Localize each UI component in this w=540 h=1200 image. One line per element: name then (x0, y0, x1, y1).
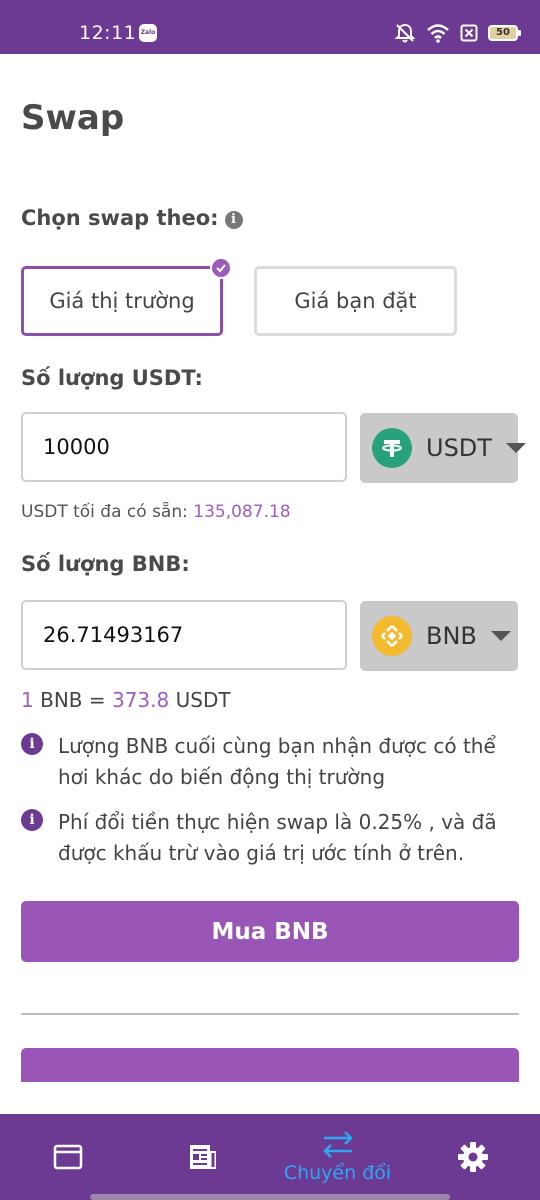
available-balance-label: USDT tối đa có sẵn: (21, 502, 188, 522)
swap-mode-label-text: Chọn swap theo: (21, 206, 219, 230)
usdt-icon (372, 428, 412, 468)
nav-item-settings[interactable] (405, 1114, 540, 1200)
available-balance: USDT tối đa có sẵn: 135,087.18 (21, 502, 291, 522)
option-market-price[interactable]: Giá thị trường (21, 257, 232, 336)
status-time: 12:11 (79, 22, 137, 44)
wifi-icon (427, 24, 449, 43)
to-token-label: BNB (426, 622, 477, 650)
page-title: Swap (21, 98, 125, 138)
info-icon[interactable]: i (224, 211, 243, 229)
status-icons: 50 (394, 22, 521, 44)
bnb-icon (372, 616, 412, 656)
option-limit-price[interactable]: Giá bạn đặt (254, 266, 457, 336)
mute-alarm-icon (394, 23, 416, 43)
note-market-variance: i Lượng BNB cuối cùng bạn nhận được có t… (21, 731, 521, 793)
info-icon: i (21, 733, 43, 755)
from-amount-input[interactable] (21, 412, 347, 482)
exchange-rate: 1 BNB = 373.8 USDT (21, 688, 231, 712)
from-token-select[interactable]: USDT (360, 413, 526, 483)
rate-base-token: BNB (40, 688, 83, 712)
bottom-nav: Chuyển đổi (0, 1114, 540, 1200)
note-text: Lượng BNB cuối cùng bạn nhận được có thể… (58, 734, 496, 789)
info-icon: i (21, 809, 43, 831)
rate-quote-token: USDT (175, 688, 231, 712)
chevron-down-icon (505, 443, 526, 453)
from-token-label: USDT (426, 434, 492, 462)
window-icon (53, 1144, 82, 1170)
note-fee: i Phí đổi tiền thực hiện swap là 0.25% ,… (21, 807, 521, 869)
nav-item-news[interactable] (135, 1114, 270, 1200)
zalo-icon: Zalo (139, 24, 157, 42)
nav-item-wallet[interactable] (0, 1114, 135, 1200)
swap-arrows-icon (322, 1131, 353, 1158)
check-icon (210, 257, 232, 279)
chevron-down-icon (490, 631, 511, 641)
to-amount-label: Số lượng BNB: (21, 552, 190, 576)
news-icon (189, 1145, 216, 1169)
from-amount-label: Số lượng USDT: (21, 366, 203, 390)
sim-off-icon (460, 24, 478, 42)
gear-icon (457, 1142, 488, 1172)
gesture-bar (90, 1194, 450, 1200)
swap-screen: Swap Chọn swap theo: i Giá thị trường Giá… (0, 54, 540, 1082)
battery-icon: 50 (488, 25, 521, 41)
status-bar: 12:11 Zalo 50 (0, 0, 540, 54)
to-token-select[interactable]: BNB (360, 601, 518, 671)
rate-equals: = (88, 688, 106, 712)
rate-base-amount: 1 (21, 688, 34, 712)
secondary-action-button[interactable] (21, 1048, 519, 1082)
available-balance-value: 135,087.18 (193, 502, 291, 522)
divider (21, 1013, 519, 1015)
note-text: Phí đổi tiền thực hiện swap là 0.25% , v… (58, 810, 497, 865)
nav-item-convert[interactable]: Chuyển đổi (270, 1114, 405, 1200)
nav-item-convert-label: Chuyển đổi (283, 1162, 392, 1184)
option-limit-price-label: Giá bạn đặt (294, 289, 417, 313)
to-amount-input[interactable] (21, 600, 347, 670)
option-market-price-label: Giá thị trường (49, 289, 195, 313)
buy-bnb-button[interactable]: Mua BNB (21, 901, 519, 962)
rate-quote-amount: 373.8 (111, 688, 170, 712)
swap-mode-label: Chọn swap theo: i (21, 206, 243, 230)
